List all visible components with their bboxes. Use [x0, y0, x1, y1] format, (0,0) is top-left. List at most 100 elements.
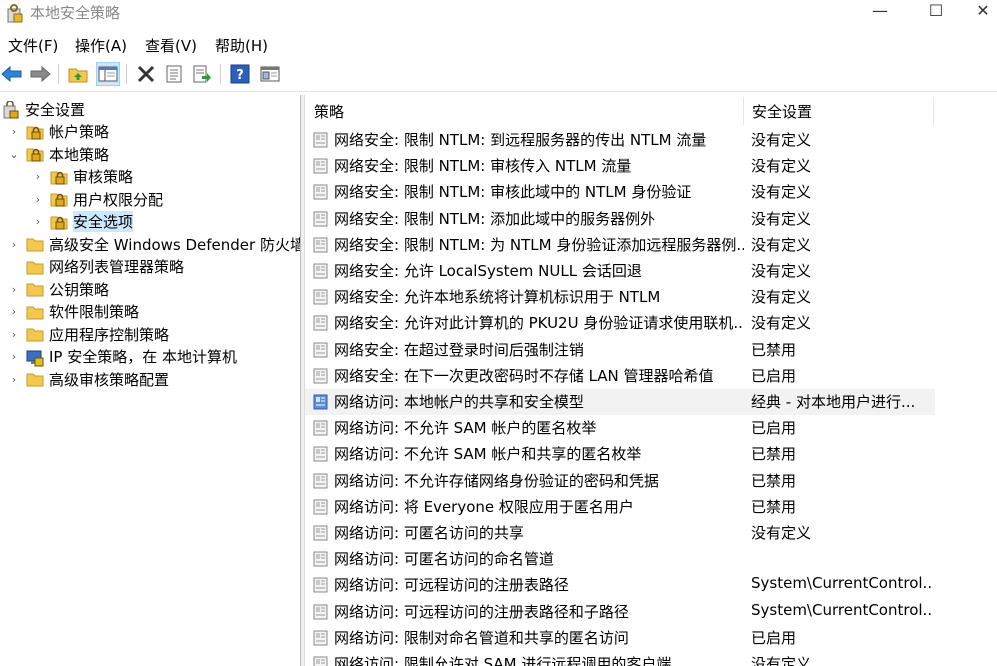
policy-name: 网络安全: 限制 NTLM: 为 NTLM 身份验证添加远程服务器例...: [334, 235, 744, 254]
policy-row[interactable]: 网络安全: 限制 NTLM: 审核传入 NTLM 流量 没有定义: [305, 153, 935, 179]
policy-row[interactable]: 网络访问: 限制对命名管道和共享的匿名访问 已启用: [305, 625, 935, 651]
policy-row[interactable]: 网络安全: 限制 NTLM: 添加此域中的服务器例外 没有定义: [305, 206, 935, 232]
security-setting-value: 没有定义: [751, 262, 812, 280]
collapsed-chevron-icon[interactable]: ›: [8, 238, 20, 251]
security-setting-value: 没有定义: [751, 524, 812, 542]
tree-item[interactable]: › 安全选项: [32, 211, 134, 233]
policy-row[interactable]: 网络访问: 不允许 SAM 帐户的匿名枚举 已启用: [305, 415, 935, 441]
forward-arrow-icon[interactable]: [28, 62, 52, 86]
policy-setting-icon: [313, 237, 329, 253]
policy-row[interactable]: 网络访问: 不允许存储网络身份验证的密码和凭据 已禁用: [305, 468, 935, 494]
menu-view[interactable]: 查看(V): [145, 35, 197, 56]
toolbar-separator: [58, 64, 59, 84]
policy-row[interactable]: 网络安全: 限制 NTLM: 审核此域中的 NTLM 身份验证 没有定义: [305, 179, 935, 205]
tree-item[interactable]: › 软件限制策略: [8, 301, 139, 323]
collapsed-chevron-icon[interactable]: ›: [32, 215, 44, 228]
help-icon[interactable]: ?: [228, 62, 252, 86]
policy-name: 网络安全: 允许对此计算机的 PKU2U 身份验证请求使用联机...: [334, 314, 744, 333]
policy-setting-icon: [313, 289, 329, 305]
policy-setting-icon: [313, 630, 329, 646]
policy-setting-icon: [313, 446, 329, 462]
minimize-button[interactable]: —: [857, 0, 903, 24]
policy-name: 网络安全: 限制 NTLM: 添加此域中的服务器例外: [334, 209, 656, 228]
collapsed-chevron-icon[interactable]: ›: [8, 305, 20, 318]
folder-icon: [26, 236, 44, 252]
column-divider[interactable]: [933, 97, 934, 125]
console-icon[interactable]: [258, 62, 282, 86]
menu-help[interactable]: 帮助(H): [215, 35, 268, 56]
delete-icon[interactable]: [134, 62, 158, 86]
tree-item[interactable]: › 高级安全 Windows Defender 防火墙: [8, 233, 300, 255]
tree-item-label: 公钥策略: [49, 280, 110, 299]
tree-item-label: IP 安全策略，在 本地计算机: [49, 348, 238, 366]
maximize-button[interactable]: ☐: [913, 0, 959, 24]
collapsed-chevron-icon[interactable]: ›: [32, 193, 44, 206]
policy-folder-icon: [50, 169, 68, 185]
column-header-policy[interactable]: 策略: [305, 95, 743, 125]
policy-row[interactable]: 网络访问: 可匿名访问的命名管道: [305, 546, 935, 572]
collapsed-chevron-icon[interactable]: ›: [8, 328, 20, 341]
policy-setting-icon: [313, 499, 329, 515]
back-arrow-icon[interactable]: [0, 62, 24, 86]
policy-setting-icon: [313, 525, 329, 541]
folder-icon: [26, 259, 44, 275]
tree-item[interactable]: › 公钥策略: [8, 278, 109, 300]
up-folder-icon[interactable]: [66, 62, 90, 86]
svg-text:?: ?: [236, 68, 244, 83]
collapsed-chevron-icon[interactable]: ›: [8, 125, 20, 138]
policy-row[interactable]: 网络安全: 在超过登录时间后强制注销 已禁用: [305, 337, 935, 363]
expanded-chevron-icon[interactable]: ⌄: [8, 148, 20, 161]
policy-row[interactable]: 网络访问: 可匿名访问的共享 没有定义: [305, 520, 935, 546]
tree-item[interactable]: › 应用程序控制策略: [8, 323, 169, 345]
collapsed-chevron-icon[interactable]: ›: [8, 283, 20, 296]
policy-row[interactable]: 网络访问: 不允许 SAM 帐户和共享的匿名枚举 已禁用: [305, 441, 935, 467]
close-button[interactable]: ✕: [960, 0, 997, 24]
policy-name: 网络访问: 不允许 SAM 帐户的匿名枚举: [334, 419, 597, 438]
tree-item-label: 审核策略: [73, 168, 134, 186]
show-hide-tree-icon[interactable]: [96, 62, 120, 86]
policy-row[interactable]: 网络安全: 限制 NTLM: 为 NTLM 身份验证添加远程服务器例... 没有定…: [305, 232, 935, 258]
column-header-setting[interactable]: 安全设置: [743, 95, 933, 125]
menu-action[interactable]: 操作(A): [75, 35, 127, 56]
security-setting-value: 没有定义: [751, 131, 812, 149]
collapsed-chevron-icon[interactable]: ›: [32, 170, 44, 183]
policy-row[interactable]: 网络访问: 可远程访问的注册表路径 System\CurrentControl..…: [305, 572, 935, 598]
policy-list-pane: ⌃ 策略 安全设置 网络安全: 限制 NTLM: 到远程服务器的传出 NTLM …: [305, 95, 997, 666]
collapsed-chevron-icon[interactable]: ›: [8, 350, 20, 363]
policy-folder-icon: [50, 191, 68, 207]
policy-setting-icon: [313, 132, 329, 148]
menu-file[interactable]: 文件(F): [8, 35, 58, 56]
tree-item[interactable]: ⌄ 本地策略: [8, 143, 109, 165]
tree-item[interactable]: 网络列表管理器策略: [8, 256, 184, 278]
ip-security-icon: [26, 349, 44, 366]
policy-row[interactable]: 网络访问: 本地帐户的共享和安全模型 经典 - 对本地用户进行...: [305, 389, 935, 415]
local-security-policy-icon: [7, 4, 23, 23]
tree-item[interactable]: › 帐户策略: [8, 121, 109, 143]
policy-row[interactable]: 网络访问: 将 Everyone 权限应用于匿名用户 已禁用: [305, 494, 935, 520]
collapsed-chevron-icon[interactable]: ›: [8, 373, 20, 386]
security-setting-value: System\CurrentControl...: [751, 600, 931, 619]
export-list-icon[interactable]: [190, 62, 214, 86]
tree-item[interactable]: 安全设置: [2, 98, 85, 120]
policy-setting-icon: [313, 577, 329, 593]
policy-row[interactable]: 网络安全: 允许 LocalSystem NULL 会话回退 没有定义: [305, 258, 935, 284]
tree-item[interactable]: › 用户权限分配: [32, 188, 163, 210]
policy-row[interactable]: 网络访问: 限制允许对 SAM 进行远程调用的客户端 没有定义: [305, 651, 935, 666]
security-setting-value: System\CurrentControl...: [751, 574, 931, 593]
properties-icon[interactable]: [162, 62, 186, 86]
policy-row[interactable]: 网络访问: 可远程访问的注册表路径和子路径 System\CurrentContr…: [305, 599, 935, 625]
tree-item-label: 本地策略: [49, 145, 110, 164]
tree-item-label: 高级审核策略配置: [49, 370, 170, 389]
policy-row[interactable]: 网络安全: 允许对此计算机的 PKU2U 身份验证请求使用联机... 没有定义: [305, 310, 935, 336]
policy-folder-icon: [50, 214, 68, 230]
policy-row[interactable]: 网络安全: 允许本地系统将计算机标识用于 NTLM 没有定义: [305, 284, 935, 310]
policy-setting-icon: [313, 368, 329, 384]
policy-setting-icon: [313, 420, 329, 436]
tree-item[interactable]: › IP 安全策略，在 本地计算机: [8, 346, 237, 368]
policy-row[interactable]: 网络安全: 在下一次更改密码时不存储 LAN 管理器哈希值 已启用: [305, 363, 935, 389]
policy-row[interactable]: 网络安全: 限制 NTLM: 到远程服务器的传出 NTLM 流量 没有定义: [305, 127, 935, 153]
tree-item[interactable]: › 高级审核策略配置: [8, 368, 169, 390]
tree-item[interactable]: › 审核策略: [32, 166, 133, 188]
security-setting-value: 已启用: [751, 628, 797, 647]
security-setting-value: 已启用: [751, 366, 797, 385]
